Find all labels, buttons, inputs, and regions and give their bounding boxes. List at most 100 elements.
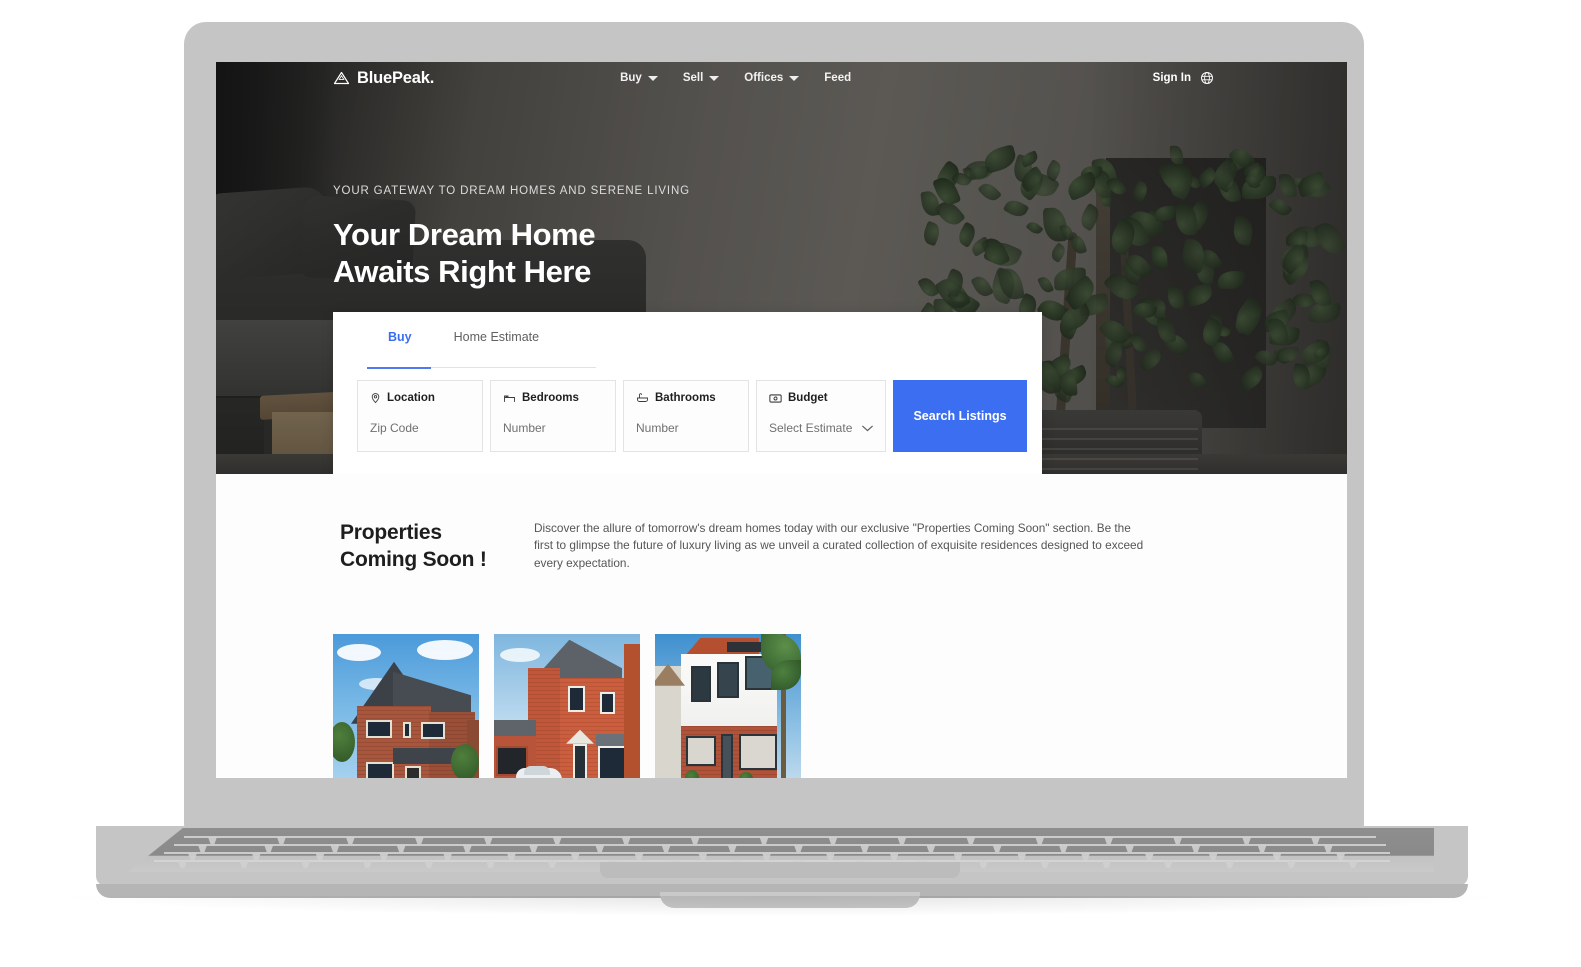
keyboard-key [1286, 861, 1296, 868]
brand-logo[interactable]: BluePeak. [333, 69, 434, 88]
keyboard-key [276, 837, 286, 844]
keyboard-key [345, 837, 355, 844]
keyboard-key [690, 837, 700, 844]
bathrooms-input[interactable]: Number [636, 421, 736, 435]
keyboard-key [1163, 861, 1173, 868]
keyboard-key [1348, 861, 1358, 868]
keyboard-key [1035, 837, 1045, 844]
budget-select-value: Select Estimate [769, 421, 853, 435]
search-fields: Location Zip Code Bedrooms Number Bathro… [357, 380, 1027, 452]
tab-buy[interactable]: Buy [367, 330, 433, 354]
keyboard-key [443, 853, 453, 860]
properties-coming-soon-section: Properties Coming Soon ! Discover the al… [216, 474, 1347, 778]
keyboard-key [1225, 861, 1235, 868]
nav-label: Offices [744, 72, 784, 84]
window [600, 691, 615, 714]
keyboard-key [1125, 845, 1135, 852]
screenshot-root: BluePeak. Buy Sell Offices Feed Sign In … [0, 0, 1581, 967]
property-image [655, 633, 801, 778]
field-label-row: Bathrooms [636, 392, 736, 404]
cloud [500, 647, 540, 662]
window [568, 685, 585, 712]
property-card[interactable] [655, 633, 801, 778]
keyboard-key [762, 853, 772, 860]
section-heading: Properties Coming Soon ! [340, 520, 530, 574]
keyboard-key [889, 853, 899, 860]
nav-item-buy[interactable]: Buy [620, 72, 658, 84]
window [421, 721, 445, 739]
neighbour-house [624, 643, 640, 778]
property-card-list [216, 633, 1347, 778]
keyboard-key [1336, 853, 1346, 860]
field-bathrooms[interactable]: Bathrooms Number [623, 380, 749, 452]
keyboard-key [978, 861, 988, 868]
keyboard-key [953, 853, 963, 860]
bedrooms-input[interactable]: Number [503, 421, 603, 435]
keyboard-key [547, 861, 557, 868]
search-tabs: Buy Home Estimate [333, 312, 1042, 354]
keyboard-key [897, 837, 907, 844]
nav-label: Buy [620, 72, 642, 84]
field-location[interactable]: Location Zip Code [357, 380, 483, 452]
keyboard-key [251, 853, 261, 860]
keyboard-key [315, 853, 325, 860]
header-actions: Sign In [1153, 71, 1214, 85]
keyboard-key [1191, 845, 1201, 852]
keyboard-key [570, 853, 580, 860]
field-budget[interactable]: Budget Select Estimate [756, 380, 886, 452]
keyboard-key [424, 861, 434, 868]
keyboard-key [198, 845, 207, 852]
keyboard-key [529, 845, 539, 852]
keyboard-key [825, 853, 835, 860]
window [717, 661, 739, 698]
property-card[interactable] [333, 633, 479, 778]
keyboard-row [164, 852, 1390, 854]
keyboard-key [486, 861, 495, 868]
nav-label: Sell [682, 72, 704, 84]
keyboard-key [794, 845, 803, 852]
keyboard-key [178, 861, 187, 868]
keyboard-key [396, 845, 406, 852]
keyboard-key [966, 837, 976, 844]
property-card[interactable] [494, 633, 640, 778]
search-listings-button[interactable]: Search Listings [893, 380, 1027, 452]
laptop-trackpad [600, 862, 960, 878]
nav-item-sell[interactable]: Sell [682, 72, 720, 84]
sign-in-button[interactable]: Sign In [1153, 72, 1191, 84]
field-label-row: Location [370, 392, 470, 404]
keyboard-key [239, 861, 249, 868]
keyboard-key [1272, 853, 1282, 860]
keyboard-key [1017, 853, 1027, 860]
tree [451, 743, 479, 778]
globe-icon[interactable] [1200, 71, 1214, 85]
property-image [494, 633, 640, 778]
laptop-screen: BluePeak. Buy Sell Offices Feed Sign In … [216, 62, 1347, 778]
keyboard-key [208, 837, 217, 844]
keyboard-key [595, 845, 605, 852]
keyboard-key [860, 845, 870, 852]
location-input[interactable]: Zip Code [370, 421, 470, 435]
field-bedrooms[interactable]: Bedrooms Number [490, 380, 616, 452]
keyboard-key [634, 853, 644, 860]
laptop-shadow [70, 896, 1494, 916]
keyboard-key [1144, 853, 1154, 860]
site-header: BluePeak. Buy Sell Offices Feed Sign In [216, 62, 1347, 94]
cloud [417, 639, 473, 660]
front-door [721, 733, 733, 778]
main-navigation: Buy Sell Offices Feed [620, 72, 851, 84]
web-page: BluePeak. Buy Sell Offices Feed Sign In … [216, 62, 1347, 778]
tab-active-indicator [367, 366, 431, 369]
keyboard-key [1058, 845, 1068, 852]
tab-home-estimate[interactable]: Home Estimate [433, 330, 560, 354]
section-description: Discover the allure of tomorrow's dream … [534, 521, 1144, 570]
hero-eyebrow: YOUR GATEWAY TO DREAM HOMES AND SERENE L… [333, 185, 690, 197]
budget-select[interactable]: Select Estimate [769, 421, 873, 435]
chevron-down-icon [789, 75, 800, 81]
brand-name: BluePeak. [357, 68, 435, 87]
mountain-peak-icon [333, 71, 350, 85]
nav-item-feed[interactable]: Feed [824, 72, 851, 84]
keyboard-key [1040, 861, 1050, 868]
keyboard-key [621, 837, 631, 844]
nav-label: Feed [824, 72, 852, 84]
nav-item-offices[interactable]: Offices [744, 72, 800, 84]
